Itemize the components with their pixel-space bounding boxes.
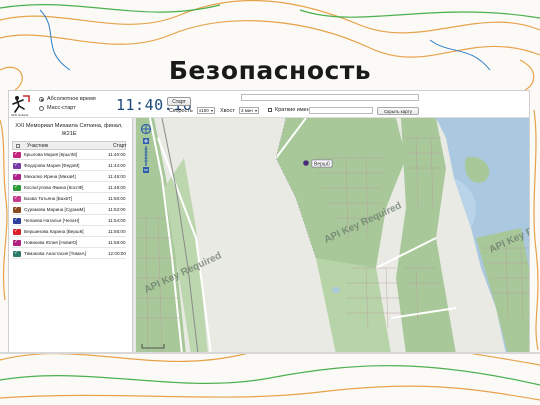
slide-title: Безопасность <box>168 56 372 85</box>
toolbar: SFR Gotland Абсолютное время Масс-старт … <box>9 91 529 118</box>
participant-color-checkbox[interactable] <box>13 184 21 191</box>
participant-start-time: 11:58:00 <box>108 240 126 245</box>
participant-name: Коспатулова Фаина [КоспФ] <box>24 185 84 190</box>
participant-name: Крылова Мария [КрылМ] <box>24 152 77 157</box>
short-names-checkbox[interactable] <box>268 108 272 112</box>
participant-name: Тимакова Анастасия [ТимаА] <box>24 251 86 256</box>
participant-start-time: 12:00:00 <box>108 251 126 256</box>
search-field[interactable] <box>309 107 373 114</box>
map-view[interactable]: Верш0 API Key Required API Key Required … <box>136 118 530 354</box>
participant-start-time: 11:46:00 <box>108 174 126 179</box>
participant-color-checkbox[interactable] <box>13 250 21 257</box>
participant-color-checkbox[interactable] <box>13 195 21 202</box>
speed-label: Скорость <box>169 108 193 114</box>
participants-table-header: Участник Старт <box>12 141 127 150</box>
hide-map-button[interactable]: Скрыть карту <box>377 107 419 115</box>
presentation-slide: Безопасность SFR Gotland Абсолютное врем… <box>0 0 540 405</box>
participant-color-checkbox[interactable] <box>13 217 21 224</box>
speed-value: x100 <box>199 108 209 113</box>
participants-panel: XXI Мемориал Михаила Сяткина, финал, Ж21… <box>9 118 129 353</box>
absolute-time-label: Абсолютное время <box>47 96 96 102</box>
map-canvas[interactable]: Верш0 API Key Required API Key Required … <box>136 118 530 354</box>
participant-start-time: 11:50:00 <box>108 196 126 201</box>
tail-select[interactable]: 3 мин <box>239 107 259 114</box>
participant-name: Вершинова Карина [ВершК] <box>24 229 84 234</box>
participant-color-checkbox[interactable] <box>13 173 21 180</box>
participant-name: Федорова Мария [ФедоМ] <box>24 163 80 168</box>
participant-start-time: 11:52:00 <box>108 207 126 212</box>
event-title: XXI Мемориал Михаила Сяткина, финал, Ж21… <box>15 123 123 137</box>
column-header-start: Старт <box>113 143 127 149</box>
participant-name: Чепаева Наталья [ЧепаН] <box>24 218 80 223</box>
slide-bottom-rule <box>0 352 540 354</box>
logo-subtitle: SFR Gotland <box>11 113 29 117</box>
participant-name: Михалко Ирина [МихаИ] <box>24 174 76 179</box>
column-header-participant: Участник <box>27 143 49 149</box>
participant-row[interactable]: Сурамова Марина [СурамМ] 11:52:00 <box>12 206 126 215</box>
runner-label: Верш0 <box>314 162 330 168</box>
select-all-checkbox[interactable] <box>16 144 20 148</box>
participant-color-checkbox[interactable] <box>13 162 21 169</box>
participant-start-time: 11:40:00 <box>108 152 126 157</box>
participant-row[interactable]: Федорова Мария [ФедоМ] 11:44:00 <box>12 162 126 171</box>
gps-replay-app: SFR Gotland Абсолютное время Масс-старт … <box>8 90 530 354</box>
runner-marker[interactable] <box>303 160 309 166</box>
timeline-slider[interactable] <box>241 94 419 101</box>
participant-color-checkbox[interactable] <box>13 151 21 158</box>
mass-start-radio[interactable] <box>39 106 44 111</box>
start-button[interactable]: Старт <box>167 97 191 106</box>
participant-row[interactable]: Чепаева Наталья [ЧепаН] 11:54:00 <box>12 217 126 226</box>
participant-name: Сурамова Марина [СурамМ] <box>24 207 85 212</box>
participant-name: Новикова Юлия [НовиЮ] <box>24 240 78 245</box>
participant-start-time: 11:48:00 <box>108 185 126 190</box>
participant-row[interactable]: Новикова Юлия [НовиЮ] 11:58:00 <box>12 239 126 248</box>
participant-start-time: 11:44:00 <box>108 163 126 168</box>
absolute-time-radio[interactable] <box>39 97 44 102</box>
participant-color-checkbox[interactable] <box>13 228 21 235</box>
participant-color-checkbox[interactable] <box>13 206 21 213</box>
tail-value: 3 мин <box>241 108 253 113</box>
participant-row[interactable]: Бахва Татьяна [БахвТ] 11:50:00 <box>12 195 126 204</box>
participant-color-checkbox[interactable] <box>13 239 21 246</box>
mass-start-label: Масс-старт <box>47 105 76 111</box>
participant-row[interactable]: Вершинова Карина [ВершК] 11:56:00 <box>12 228 126 237</box>
participant-row[interactable]: Михалко Ирина [МихаИ] 11:46:00 <box>12 173 126 182</box>
participant-row[interactable]: Тимакова Анастасия [ТимаА] 12:00:00 <box>12 250 126 259</box>
speed-select[interactable]: x100 <box>197 107 215 114</box>
participant-row[interactable]: Коспатулова Фаина [КоспФ] 11:48:00 <box>12 184 126 193</box>
participant-start-time: 11:56:00 <box>108 229 126 234</box>
short-names-label: Краткие имена <box>275 107 313 113</box>
tail-label: Хвост <box>220 108 235 114</box>
participant-name: Бахва Татьяна [БахвТ] <box>24 196 73 201</box>
participant-start-time: 11:54:00 <box>108 218 126 223</box>
participant-row[interactable]: Крылова Мария [КрылМ] 11:40:00 <box>12 151 126 160</box>
